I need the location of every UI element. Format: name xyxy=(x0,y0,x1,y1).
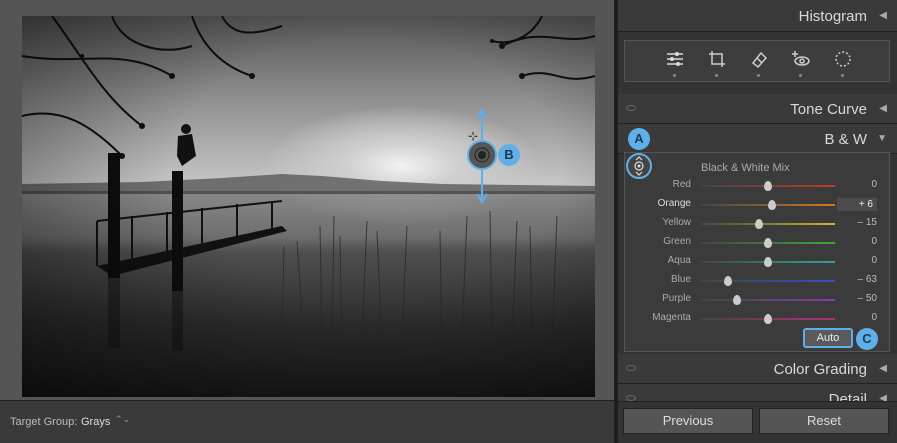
callout-c: C xyxy=(856,328,878,350)
targeted-adjustment-icon[interactable] xyxy=(626,153,652,179)
histogram-header[interactable]: Histogram ◀ xyxy=(618,0,897,32)
red-eye-icon[interactable] xyxy=(791,49,811,69)
slider-label: Yellow xyxy=(662,217,691,228)
slider-value[interactable]: 0 xyxy=(837,255,877,266)
auto-button[interactable]: Auto xyxy=(803,328,853,348)
slider-value[interactable]: 0 xyxy=(837,312,877,323)
detail-header[interactable]: Detail ◀ xyxy=(618,384,897,402)
bw-toggle-icon[interactable]: ▼ xyxy=(877,133,887,144)
tone-curve-header[interactable]: Tone Curve ◀ xyxy=(618,94,897,124)
photo-preview[interactable]: ⊹ B xyxy=(22,16,595,397)
histogram-toggle-icon[interactable]: ◀ xyxy=(879,10,887,21)
target-group-arrows-icon[interactable]: ⌃⌄ xyxy=(115,414,130,425)
tone-curve-toggle-icon[interactable]: ◀ xyxy=(879,103,887,114)
previous-button[interactable]: Previous xyxy=(623,408,753,434)
bw-title: B & W xyxy=(824,131,867,148)
tool-dot xyxy=(841,74,844,77)
crop-icon[interactable] xyxy=(707,49,727,69)
eye-icon[interactable] xyxy=(626,365,636,371)
slider-track[interactable] xyxy=(701,280,835,282)
bw-mix-panel: Black & White Mix Red 0 Orange + 6 Yellow – 1… xyxy=(624,152,890,352)
eye-icon[interactable] xyxy=(626,395,636,401)
color-grading-header[interactable]: Color Grading ◀ xyxy=(618,354,897,384)
slider-value[interactable]: 0 xyxy=(837,236,877,247)
slider-thumb[interactable] xyxy=(754,219,763,229)
tool-dot xyxy=(799,74,802,77)
slider-value[interactable]: – 50 xyxy=(837,293,877,304)
tool-dot xyxy=(757,74,760,77)
slider-label: Purple xyxy=(662,293,691,304)
detail-title: Detail xyxy=(828,391,867,402)
slider-value[interactable]: – 15 xyxy=(837,217,877,228)
tone-curve-title: Tone Curve xyxy=(790,101,867,118)
callout-a: A xyxy=(628,128,650,150)
eye-icon[interactable] xyxy=(626,105,636,111)
slider-label: Green xyxy=(663,236,691,247)
slider-thumb[interactable] xyxy=(723,276,732,286)
tool-dot xyxy=(673,74,676,77)
slider-thumb[interactable] xyxy=(733,295,742,305)
slider-value[interactable]: – 63 xyxy=(837,274,877,285)
slider-value[interactable]: 0 xyxy=(837,179,877,190)
healing-icon[interactable] xyxy=(749,49,769,69)
photo-vignette xyxy=(22,16,595,397)
canvas-area: ⊹ B Target Group: Grays ⌃⌄ xyxy=(0,0,614,443)
edit-sliders-icon[interactable] xyxy=(665,49,685,69)
slider-value[interactable]: + 6 xyxy=(837,198,877,211)
reset-button[interactable]: Reset xyxy=(759,408,889,434)
slider-label: Orange xyxy=(657,198,691,209)
masking-icon[interactable] xyxy=(833,49,853,69)
develop-panel: Histogram ◀ Tone Curve ◀ B & W ▼ Black &… xyxy=(618,0,897,443)
slider-thumb[interactable] xyxy=(764,257,772,267)
slider-track[interactable] xyxy=(701,223,835,225)
slider-thumb[interactable] xyxy=(764,238,772,248)
tool-dot xyxy=(715,74,718,77)
callout-b: B xyxy=(498,144,520,166)
slider-thumb[interactable] xyxy=(764,314,772,324)
bw-header[interactable]: B & W ▼ xyxy=(618,124,897,154)
bw-mix-title: Black & White Mix xyxy=(701,162,790,174)
slider-thumb[interactable] xyxy=(768,200,777,210)
color-grading-title: Color Grading xyxy=(773,361,867,378)
target-group-select[interactable]: Grays xyxy=(81,416,110,428)
slider-label: Red xyxy=(672,179,691,190)
slider-label: Magenta xyxy=(652,312,691,323)
detail-toggle-icon[interactable]: ◀ xyxy=(879,393,887,401)
slider-label: Blue xyxy=(670,274,691,285)
tool-strip xyxy=(624,40,890,82)
slider-label: Aqua xyxy=(667,255,691,266)
histogram-title: Histogram xyxy=(798,8,867,25)
target-group-label: Target Group: xyxy=(10,416,78,428)
color-grading-toggle-icon[interactable]: ◀ xyxy=(879,363,887,374)
slider-track[interactable] xyxy=(701,299,835,301)
target-group-bar: Target Group: Grays ⌃⌄ xyxy=(0,400,614,443)
slider-thumb[interactable] xyxy=(764,181,772,191)
